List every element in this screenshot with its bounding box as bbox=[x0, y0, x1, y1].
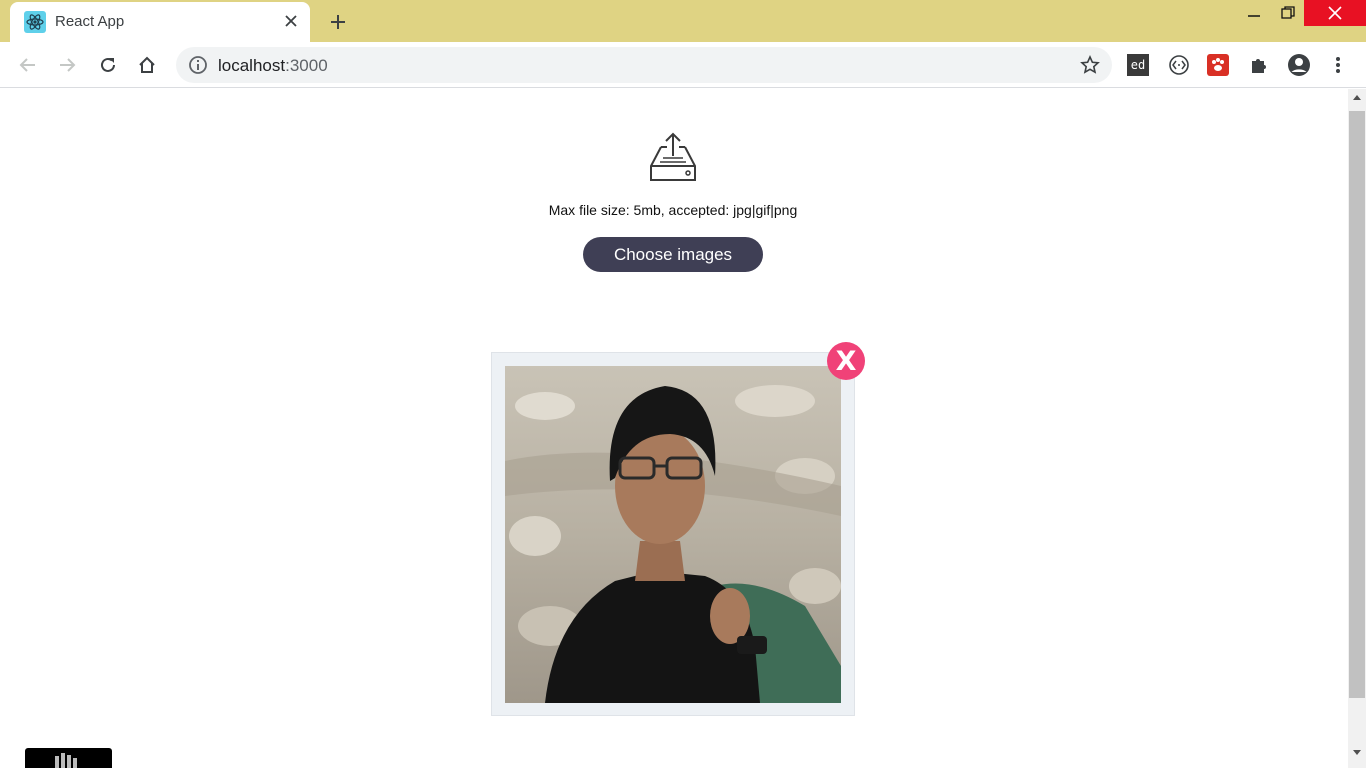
url-text[interactable]: localhost:3000 bbox=[218, 56, 328, 76]
remove-image-button[interactable]: X bbox=[827, 342, 865, 380]
url-host: localhost bbox=[218, 56, 286, 75]
upload-hint: Max file size: 5mb, accepted: jpg|gif|pn… bbox=[548, 202, 798, 218]
restore-icon[interactable] bbox=[1270, 0, 1306, 26]
paw-extension-icon[interactable] bbox=[1206, 53, 1230, 77]
tab-title: React App bbox=[55, 13, 125, 30]
puzzle-icon[interactable] bbox=[1247, 53, 1271, 77]
scrollbar-thumb[interactable] bbox=[1349, 111, 1365, 698]
menu-icon[interactable] bbox=[1326, 53, 1350, 77]
scroll-down-icon[interactable] bbox=[1348, 749, 1366, 763]
browser-toolbar: localhost:3000 ed bbox=[0, 42, 1366, 88]
site-info-icon[interactable] bbox=[188, 55, 208, 75]
preview-photo bbox=[505, 366, 841, 703]
back-icon[interactable] bbox=[14, 51, 42, 79]
page-content: Max file size: 5mb, accepted: jpg|gif|pn… bbox=[0, 89, 1348, 768]
forward-icon[interactable] bbox=[53, 51, 81, 79]
window-close-icon[interactable] bbox=[1304, 0, 1366, 26]
choose-images-button[interactable]: Choose images bbox=[583, 237, 763, 272]
bottom-widget[interactable] bbox=[25, 748, 112, 768]
code-extension-icon[interactable] bbox=[1167, 53, 1191, 77]
ed-extension-icon[interactable]: ed bbox=[1126, 53, 1150, 77]
url-port: :3000 bbox=[285, 56, 328, 75]
home-icon[interactable] bbox=[133, 51, 161, 79]
ed-extension-label: ed bbox=[1127, 54, 1149, 76]
browser-tab[interactable]: React App bbox=[10, 2, 310, 42]
reload-icon[interactable] bbox=[94, 51, 122, 79]
new-tab-icon[interactable] bbox=[324, 8, 352, 36]
vertical-scrollbar[interactable] bbox=[1348, 89, 1366, 768]
profile-icon[interactable] bbox=[1287, 53, 1311, 77]
image-preview-card bbox=[491, 352, 855, 716]
bookmark-star-icon[interactable] bbox=[1080, 55, 1100, 75]
address-bar[interactable]: localhost:3000 bbox=[176, 47, 1112, 83]
minimize-icon[interactable] bbox=[1236, 0, 1272, 26]
scroll-up-icon[interactable] bbox=[1348, 93, 1366, 107]
react-logo-icon bbox=[24, 11, 46, 33]
tab-close-icon[interactable] bbox=[280, 10, 302, 32]
tab-strip: React App bbox=[0, 0, 1366, 42]
widget-graphic-icon bbox=[55, 753, 77, 768]
upload-tray-icon bbox=[650, 132, 696, 181]
